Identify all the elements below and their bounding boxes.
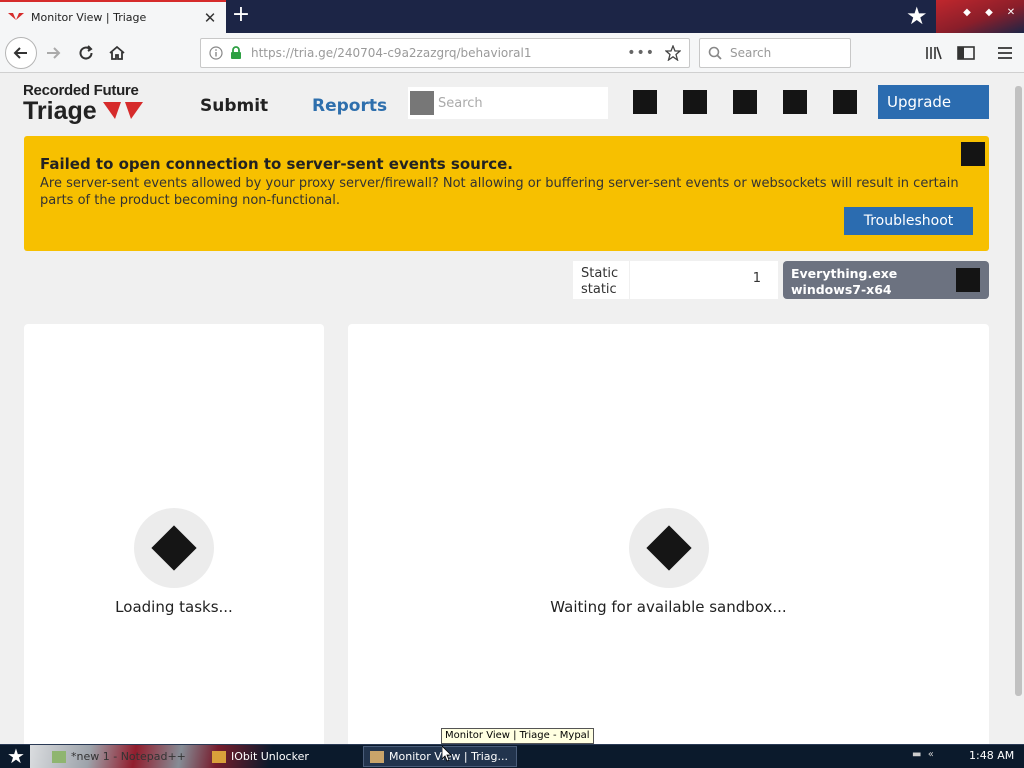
minimize-window-icon[interactable]: ◆ [960,6,974,20]
alert-message: Are server-sent events allowed by your p… [40,176,959,208]
sidebar-icon [957,46,975,60]
browser-tab[interactable]: Monitor View | Triage ✕ [0,0,226,33]
sample-platform: windows7-x64 [791,282,892,297]
forward-arrow-icon [47,47,61,59]
static-title: Static [581,266,619,281]
sandbox-card: Waiting for available sandbox... [348,324,989,744]
search-icon [410,91,434,115]
lock-icon [231,46,241,59]
browser-tab-strip: Monitor View | Triage ✕ + ★ ◆ ◆ ✕ [0,0,1024,33]
back-arrow-icon [13,47,27,59]
home-icon [109,45,125,60]
taskbar-tooltip: Monitor View | Triage - Mypal [441,728,594,744]
system-tray-icons[interactable]: ▬ « [912,749,934,760]
sample-status-icon [956,268,980,292]
taskbar-item-label: IObit Unlocker [231,750,309,763]
browser-search-placeholder: Search [730,46,772,60]
sidebar-toggle-button[interactable] [956,43,976,63]
sample-label: Everything.exe windows7-x64 [791,266,897,298]
triage-logo[interactable]: Recorded Future Triage [23,82,145,125]
static-count: 1 [752,271,761,286]
loading-diamond-icon [151,525,197,571]
close-window-icon[interactable]: ✕ [1004,6,1018,20]
tasks-status-text: Loading tasks... [115,598,233,616]
unlock-icon [212,750,226,763]
waiting-spinner [629,508,709,588]
home-button[interactable] [107,43,127,63]
page-actions-icon[interactable]: ••• [627,45,655,61]
sandbox-status-text: Waiting for available sandbox... [550,598,787,616]
site-search-input[interactable] [438,95,598,111]
start-button[interactable]: ★ [5,745,27,768]
troubleshoot-button[interactable]: Troubleshoot [844,207,973,235]
triage-favicon-icon [8,12,24,20]
browser-icon [370,750,384,763]
back-button[interactable] [5,37,37,69]
static-subtitle: static [581,282,617,297]
forward-button[interactable] [43,43,63,63]
alert-title: Failed to open connection to server-sent… [40,155,513,173]
mouse-cursor-icon [442,746,452,762]
scrollbar-thumb[interactable] [1015,86,1022,696]
nav-reports-link[interactable]: Reports [312,96,387,116]
reload-button[interactable] [76,43,96,63]
dismiss-alert-icon[interactable] [961,142,985,166]
address-bar[interactable]: https://tria.ge/240704-c9a2zazgrq/behavi… [200,38,690,68]
site-search [408,87,608,119]
logo-product-row: Triage [23,97,145,125]
tasks-card: Loading tasks... [24,324,324,744]
header-icon-1[interactable] [633,90,657,114]
page-content: Recorded Future Triage Submit Reports Up… [0,74,1013,744]
menu-button[interactable] [995,43,1015,63]
upgrade-button[interactable]: Upgrade [878,85,989,119]
new-tab-button[interactable]: + [229,4,253,28]
page-scrollbar[interactable] [1013,74,1024,744]
header-icon-3[interactable] [733,90,757,114]
taskbar-item-iobit[interactable]: IObit Unlocker [206,746,356,767]
bookmark-star-icon[interactable] [665,45,681,61]
notepad-icon [52,750,66,763]
sample-tab[interactable]: Everything.exe windows7-x64 [783,261,989,299]
header-icon-2[interactable] [683,90,707,114]
taskbar-item-browser[interactable]: Monitor View | Triag... [363,746,517,767]
sample-filename: Everything.exe [791,266,898,281]
nav-submit-link[interactable]: Submit [200,96,268,116]
taskbar-item-notepad[interactable]: *new 1 - Notepad++ [46,746,206,767]
star-decoration-icon: ★ [906,2,928,30]
loading-spinner [134,508,214,588]
close-tab-icon[interactable]: ✕ [202,9,218,27]
sse-error-alert: Failed to open connection to server-sent… [24,136,989,251]
header-icon-5[interactable] [833,90,857,114]
taskbar-item-label: *new 1 - Notepad++ [71,750,186,763]
taskbar: ★ *new 1 - Notepad++ IObit Unlocker Moni… [0,744,1024,768]
waiting-diamond-icon [646,525,692,571]
reload-icon [79,45,93,60]
library-icon [926,46,942,60]
logo-product-text: Triage [23,97,97,125]
browser-search-field[interactable]: Search [699,38,851,68]
taskbar-clock[interactable]: 1:48 AM [969,749,1014,762]
search-icon [708,46,722,60]
static-label: Static static [581,266,618,298]
hamburger-menu-icon [998,47,1012,59]
library-button[interactable] [924,43,944,63]
maximize-window-icon[interactable]: ◆ [982,6,996,20]
header-icon-4[interactable] [783,90,807,114]
browser-navbar: https://tria.ge/240704-c9a2zazgrq/behavi… [0,33,1024,73]
info-icon[interactable] [209,46,223,60]
url-text: https://tria.ge/240704-c9a2zazgrq/behavi… [251,46,532,60]
static-analysis-tab[interactable]: Static static 1 [573,261,778,299]
window-controls: ★ ◆ ◆ ✕ [906,0,1024,33]
tab-title: Monitor View | Triage [31,11,147,24]
static-divider [629,261,630,299]
logo-mark-icon [102,102,143,119]
